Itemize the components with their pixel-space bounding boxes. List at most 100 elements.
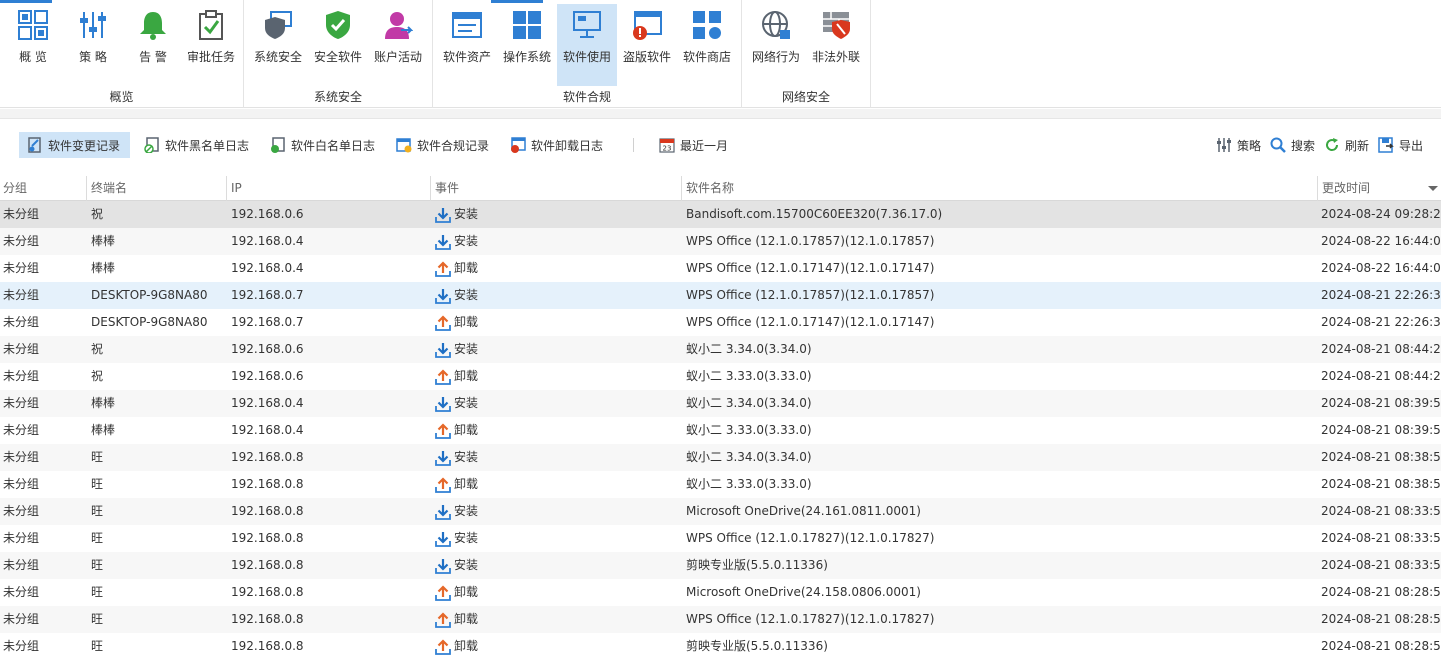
ribbon-button-policy[interactable]: 策 略 bbox=[63, 4, 123, 86]
cell-software-name: 蚁小二 3.34.0(3.34.0) bbox=[686, 450, 812, 464]
cell-event: 卸载 bbox=[435, 363, 679, 390]
cell-group: 未分组 bbox=[3, 234, 40, 248]
table-row[interactable]: 未分组 旺 192.168.0.8 安装 Microsoft OneDrive(24.1… bbox=[0, 498, 1441, 525]
column-header-group[interactable]: 分组 bbox=[0, 176, 86, 201]
tab-uninstall-log[interactable]: 软件卸载日志 bbox=[510, 132, 603, 158]
pirated-software-icon bbox=[633, 11, 662, 40]
cell-software-name: 剪映专业版(5.5.0.11336) bbox=[686, 639, 828, 653]
table-row[interactable]: 未分组 旺 192.168.0.8 安装 剪映专业版(5.5.0.11336) 2024-… bbox=[0, 552, 1441, 579]
column-header-change-time[interactable]: 更改时间 bbox=[1317, 176, 1441, 201]
ribbon-group-software-compliance: 软件资产 操作系统 软件使用 盗版软件 软件商店 软件合规 bbox=[433, 0, 742, 108]
column-header-terminal[interactable]: 终端名 bbox=[86, 176, 226, 201]
refresh-button[interactable]: 刷新 bbox=[1324, 132, 1369, 158]
cell-group: 未分组 bbox=[3, 477, 40, 491]
cell-ip: 192.168.0.8 bbox=[231, 639, 304, 653]
table-row[interactable]: 未分组 棒棒 192.168.0.4 卸载 WPS Office (12.1.0.171… bbox=[0, 255, 1441, 282]
ribbon-button-system-security[interactable]: 系统安全 bbox=[248, 4, 308, 86]
table-row[interactable]: 未分组 祝 192.168.0.6 安装 蚁小二 3.34.0(3.34.0) 2024-… bbox=[0, 336, 1441, 363]
cell-change-time: 2024-08-22 16:44:08 bbox=[1321, 261, 1441, 275]
cell-ip: 192.168.0.4 bbox=[231, 234, 304, 248]
cell-change-time: 2024-08-21 08:38:59 bbox=[1321, 450, 1441, 464]
ribbon-group-network-security: 网络行为 非法外联 网络安全 bbox=[742, 0, 871, 108]
install-download-icon bbox=[435, 207, 451, 223]
tab-software-change-log[interactable]: 软件变更记录 bbox=[19, 132, 131, 158]
ribbon-button-operating-system[interactable]: 操作系统 bbox=[497, 4, 557, 86]
ribbon-button-illegal-outreach[interactable]: 非法外联 bbox=[806, 4, 866, 86]
table-row[interactable]: 未分组 DESKTOP-9G8NA80 192.168.0.7 安装 WPS Offic… bbox=[0, 282, 1441, 309]
date-range-selector[interactable]: 23 最近一月 bbox=[659, 132, 728, 158]
table-row[interactable]: 未分组 旺 192.168.0.8 卸载 Microsoft OneDrive(24.1… bbox=[0, 579, 1441, 606]
table-row[interactable]: 未分组 棒棒 192.168.0.4 安装 蚁小二 3.34.0(3.34.0) 2024… bbox=[0, 390, 1441, 417]
column-header-event[interactable]: 事件 bbox=[430, 176, 681, 201]
cell-event: 安装 bbox=[435, 336, 679, 363]
export-button[interactable]: 导出 bbox=[1378, 132, 1423, 158]
table-row[interactable]: 未分组 祝 192.168.0.6 安装 Bandisoft.com.15700C60E… bbox=[0, 201, 1441, 228]
ribbon-button-label: 策 略 bbox=[79, 50, 107, 64]
ribbon-button-software-usage[interactable]: 软件使用 bbox=[557, 4, 617, 86]
compliance-record-icon bbox=[396, 138, 412, 153]
cell-terminal: 祝 bbox=[91, 207, 104, 221]
event-label: 卸载 bbox=[454, 612, 479, 626]
table-row[interactable]: 未分组 祝 192.168.0.6 卸载 蚁小二 3.33.0(3.33.0) 2024-… bbox=[0, 363, 1441, 390]
ribbon-button-software-store[interactable]: 软件商店 bbox=[677, 4, 737, 86]
table-row[interactable]: 未分组 旺 192.168.0.8 卸载 WPS Office (12.1.0.1782… bbox=[0, 606, 1441, 633]
windows-logo-icon bbox=[513, 11, 541, 39]
table-row[interactable]: 未分组 旺 192.168.0.8 卸载 剪映专业版(5.5.0.11336) 2024-… bbox=[0, 633, 1441, 658]
cell-ip: 192.168.0.8 bbox=[231, 558, 304, 572]
overview-grid-icon bbox=[18, 10, 48, 40]
policy-button[interactable]: 策略 bbox=[1216, 132, 1261, 158]
ribbon-button-account-activity[interactable]: 账户活动 bbox=[368, 4, 428, 86]
cell-terminal: 旺 bbox=[91, 531, 104, 545]
calendar-icon: 23 bbox=[659, 138, 675, 153]
ribbon-group-system-security: 系统安全 安全软件 账户活动 系统安全 bbox=[244, 0, 433, 108]
install-download-icon bbox=[435, 504, 451, 520]
cell-group: 未分组 bbox=[3, 585, 40, 599]
cell-ip: 192.168.0.6 bbox=[231, 342, 304, 356]
install-download-icon bbox=[435, 450, 451, 466]
cell-group: 未分组 bbox=[3, 342, 40, 356]
ribbon-group-label: 概览 bbox=[109, 90, 134, 104]
ribbon-group-label: 网络安全 bbox=[781, 90, 830, 104]
ribbon-button-approval[interactable]: 审批任务 bbox=[181, 4, 241, 86]
install-download-icon bbox=[435, 342, 451, 358]
cell-group: 未分组 bbox=[3, 396, 40, 410]
cell-change-time: 2024-08-21 08:33:59 bbox=[1321, 531, 1441, 545]
search-button[interactable]: 搜索 bbox=[1270, 132, 1315, 158]
column-header-ip[interactable]: IP bbox=[226, 176, 430, 201]
ribbon-button-label: 概 览 bbox=[19, 50, 47, 64]
event-label: 安装 bbox=[454, 288, 479, 302]
cell-change-time: 2024-08-21 08:39:54 bbox=[1321, 396, 1441, 410]
table-row[interactable]: 未分组 DESKTOP-9G8NA80 192.168.0.7 卸载 WPS Offic… bbox=[0, 309, 1441, 336]
ribbon-button-pirated-software[interactable]: 盗版软件 bbox=[617, 4, 677, 86]
table-row[interactable]: 未分组 旺 192.168.0.8 卸载 蚁小二 3.33.0(3.33.0) 2024-… bbox=[0, 471, 1441, 498]
ribbon-button-label: 软件资产 bbox=[442, 50, 491, 64]
alarm-bell-icon bbox=[140, 12, 166, 40]
cell-change-time: 2024-08-21 08:38:59 bbox=[1321, 477, 1441, 491]
cell-group: 未分组 bbox=[3, 504, 40, 518]
tab-whitelist-log[interactable]: 软件白名单日志 bbox=[270, 132, 375, 158]
ribbon-button-alarm[interactable]: 告 警 bbox=[123, 4, 183, 86]
date-range-label: 最近一月 bbox=[680, 138, 729, 153]
ribbon-button-network-behavior[interactable]: 网络行为 bbox=[746, 4, 806, 86]
ribbon-button-security-software[interactable]: 安全软件 bbox=[308, 4, 368, 86]
table-body: 未分组祝 192.168.0.6 安装 Bandisoft.com.15700C60E… bbox=[0, 201, 1441, 658]
ribbon-button-overview[interactable]: 概 览 bbox=[3, 4, 63, 86]
ribbon-button-software-assets[interactable]: 软件资产 bbox=[437, 4, 497, 86]
cell-event: 安装 bbox=[435, 444, 679, 471]
tab-blacklist-log[interactable]: 软件黑名单日志 bbox=[144, 132, 249, 158]
table-row[interactable]: 未分组 棒棒 192.168.0.4 安装 WPS Office (12.1.0.178… bbox=[0, 228, 1441, 255]
uninstall-log-icon bbox=[511, 137, 526, 153]
table-row[interactable]: 未分组 旺 192.168.0.8 安装 蚁小二 3.34.0(3.34.0) 2024-… bbox=[0, 444, 1441, 471]
column-header-software-name[interactable]: 软件名称 bbox=[681, 176, 1317, 201]
cell-terminal: 旺 bbox=[91, 639, 104, 653]
table-row[interactable]: 未分组 旺 192.168.0.8 安装 WPS Office (12.1.0.1782… bbox=[0, 525, 1441, 552]
tab-compliance-record[interactable]: 软件合规记录 bbox=[396, 132, 489, 158]
table-row[interactable]: 未分组 棒棒 192.168.0.4 卸载 蚁小二 3.33.0(3.33.0) 2024… bbox=[0, 417, 1441, 444]
cell-group: 未分组 bbox=[3, 369, 40, 383]
install-download-icon bbox=[435, 396, 451, 412]
ribbon-button-label: 软件使用 bbox=[562, 50, 611, 64]
cell-terminal: 旺 bbox=[91, 558, 104, 572]
cell-ip: 192.168.0.8 bbox=[231, 531, 304, 545]
cell-ip: 192.168.0.8 bbox=[231, 450, 304, 464]
event-label: 卸载 bbox=[454, 423, 479, 437]
